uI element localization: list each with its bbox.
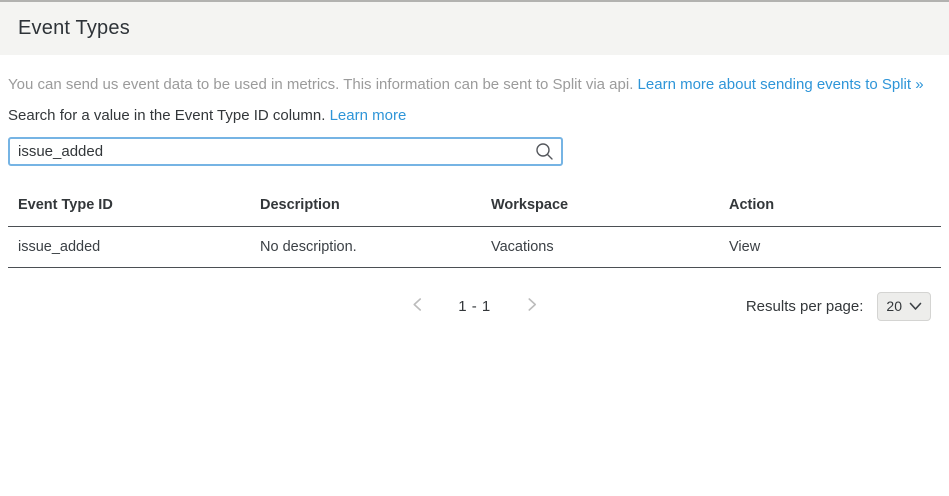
- table-row: issue_added No description. Vacations Vi…: [8, 227, 941, 268]
- cell-action: View: [719, 227, 941, 268]
- chevron-right-icon: [527, 297, 538, 315]
- chevron-left-icon: [411, 297, 422, 315]
- page-range: 1 - 1: [458, 298, 491, 315]
- column-header-action: Action: [719, 187, 941, 227]
- learn-more-sending-events-link[interactable]: Learn more about sending events to Split…: [638, 76, 924, 93]
- pagination-prev-button[interactable]: [409, 295, 424, 317]
- page-header: Event Types: [0, 0, 949, 55]
- results-per-page-value: 20: [886, 298, 902, 314]
- pager: 1 - 1: [409, 295, 540, 317]
- table-header-row: Event Type ID Description Workspace Acti…: [8, 187, 941, 227]
- cell-event-type-id: issue_added: [8, 227, 250, 268]
- column-header-event-type-id: Event Type ID: [8, 187, 250, 227]
- view-action-link[interactable]: View: [729, 239, 760, 255]
- pagination-bar: 1 - 1 Results per page: 20: [8, 288, 941, 324]
- search-hint-text: Search for a value in the Event Type ID …: [8, 107, 941, 124]
- search-hint-description: Search for a value in the Event Type ID …: [8, 107, 325, 124]
- search-icon[interactable]: [527, 142, 561, 161]
- column-header-description: Description: [250, 187, 481, 227]
- chevron-down-icon: [909, 298, 922, 314]
- results-per-page-select[interactable]: 20: [877, 292, 931, 321]
- cell-description: No description.: [250, 227, 481, 268]
- main-content: You can send us event data to be used in…: [0, 76, 949, 324]
- search-input[interactable]: [10, 139, 527, 164]
- pagination-next-button[interactable]: [525, 295, 540, 317]
- learn-more-link[interactable]: Learn more: [330, 107, 407, 124]
- intro-text: You can send us event data to be used in…: [8, 76, 941, 94]
- intro-description: You can send us event data to be used in…: [8, 76, 633, 93]
- page-title: Event Types: [18, 17, 130, 40]
- results-per-page: Results per page: 20: [746, 292, 941, 321]
- cell-workspace: Vacations: [481, 227, 719, 268]
- results-per-page-label: Results per page:: [746, 298, 864, 315]
- search-input-wrapper: [8, 137, 563, 166]
- event-types-table: Event Type ID Description Workspace Acti…: [8, 187, 941, 268]
- column-header-workspace: Workspace: [481, 187, 719, 227]
